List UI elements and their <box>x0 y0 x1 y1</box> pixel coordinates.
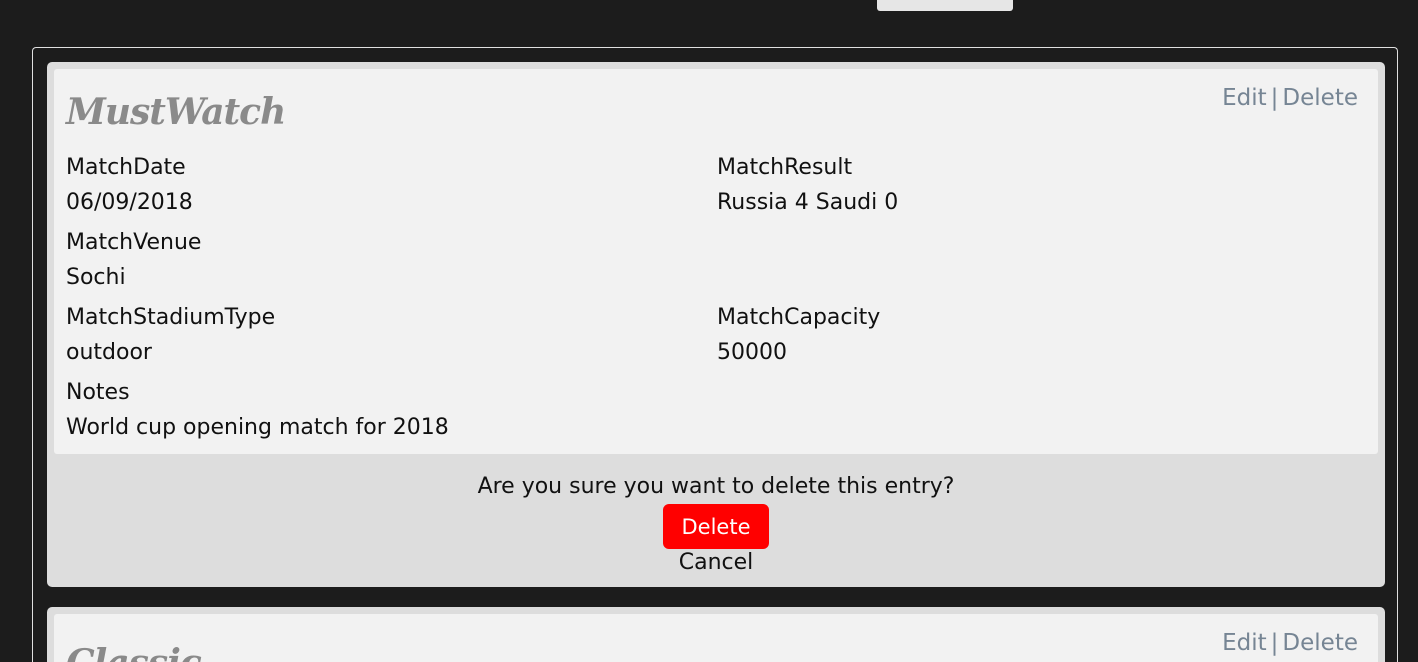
entry-title: MustWatch <box>66 91 286 133</box>
field-label: MatchResult <box>717 155 853 180</box>
field-value: Sochi <box>66 265 126 290</box>
field-value: 06/09/2018 <box>66 190 193 215</box>
field-capacity: MatchCapacity 50000 <box>717 300 880 370</box>
field-label: MatchVenue <box>66 230 202 255</box>
action-separator: | <box>1270 630 1279 656</box>
entry-card: MustWatch Edit | Delete MatchDate 06/09/20… <box>47 62 1385 587</box>
action-separator: | <box>1270 85 1279 111</box>
field-notes: Notes World cup opening match for 2018 <box>66 375 449 445</box>
field-value: outdoor <box>66 340 152 365</box>
field-stadium-type: MatchStadiumType outdoor <box>66 300 275 370</box>
edit-link[interactable]: Edit <box>1222 85 1267 111</box>
field-match-date: MatchDate 06/09/2018 <box>66 150 193 220</box>
delete-link[interactable]: Delete <box>1282 85 1358 111</box>
entry-actions: Edit | Delete <box>1222 85 1358 111</box>
field-label: MatchStadiumType <box>66 305 276 330</box>
field-value: 50000 <box>717 340 787 365</box>
field-value: Russia 4 Saudi 0 <box>717 190 899 215</box>
cancel-row: Cancel <box>47 550 1385 575</box>
cancel-link[interactable]: Cancel <box>679 550 754 575</box>
entry-actions: Edit | Delete <box>1222 630 1358 656</box>
delete-confirmation: Are you sure you want to delete this ent… <box>47 454 1385 587</box>
entry-card: Classic Edit|Delete <box>47 607 1385 662</box>
confirm-question: Are you sure you want to delete this ent… <box>477 474 955 499</box>
field-label: Notes <box>66 380 130 405</box>
top-button-cutoff[interactable] <box>877 0 1013 11</box>
entry-details: Classic Edit|Delete <box>54 614 1378 662</box>
page: MustWatch Edit | Delete MatchDate 06/09/20… <box>0 0 1418 662</box>
confirm-delete-button[interactable]: Delete <box>663 504 769 549</box>
field-match-result: MatchResult Russia 4 Saudi 0 <box>717 150 898 220</box>
field-label: MatchDate <box>66 155 186 180</box>
edit-link[interactable]: Edit <box>1222 630 1267 656</box>
entry-details: MustWatch Edit | Delete MatchDate 06/09/20… <box>54 69 1378 454</box>
field-label: MatchCapacity <box>717 305 881 330</box>
field-value: World cup opening match for 2018 <box>66 415 449 440</box>
entry-title: Classic <box>66 642 202 662</box>
delete-link[interactable]: Delete <box>1282 630 1358 656</box>
field-match-venue: MatchVenue Sochi <box>66 225 201 295</box>
top-bar <box>0 0 1418 40</box>
